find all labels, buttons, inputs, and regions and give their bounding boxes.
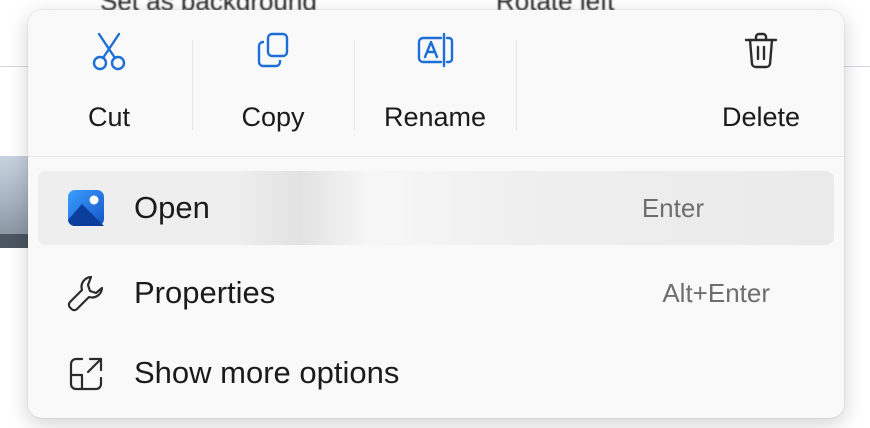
rename-button[interactable]: Rename xyxy=(360,30,510,142)
open-label: Open xyxy=(134,190,210,225)
divider xyxy=(354,40,355,130)
scissors-icon xyxy=(89,30,129,72)
properties-label: Properties xyxy=(134,275,276,310)
show-more-options-label: Show more options xyxy=(134,355,400,390)
open-shortcut: Enter xyxy=(641,192,704,223)
divider xyxy=(516,40,517,130)
delete-button[interactable]: Delete xyxy=(686,30,836,142)
copy-button[interactable]: Copy xyxy=(198,30,348,142)
delete-label: Delete xyxy=(721,102,801,132)
copy-icon xyxy=(253,30,293,72)
context-menu: Cut Copy Rename Delete Open Enter Proper… xyxy=(28,10,844,418)
quick-actions-bar: Cut Copy Rename Delete xyxy=(28,10,844,157)
rename-icon xyxy=(415,30,455,72)
cut-button[interactable]: Cut xyxy=(34,30,184,142)
wrench-icon xyxy=(64,271,108,315)
cut-label: Cut xyxy=(87,102,131,132)
photos-app-icon xyxy=(64,186,108,230)
menu-item-open[interactable]: Open Enter xyxy=(38,171,834,245)
photo-thumbnail xyxy=(0,156,30,248)
properties-shortcut: Alt+Enter xyxy=(662,277,770,308)
trash-icon xyxy=(741,30,781,72)
rename-label: Rename xyxy=(383,102,487,132)
copy-label: Copy xyxy=(241,102,305,132)
share-external-icon xyxy=(64,351,108,395)
menu-item-show-more-options[interactable]: Show more options xyxy=(38,336,834,410)
menu-item-properties[interactable]: Properties Alt+Enter xyxy=(38,256,834,330)
divider xyxy=(192,40,193,130)
